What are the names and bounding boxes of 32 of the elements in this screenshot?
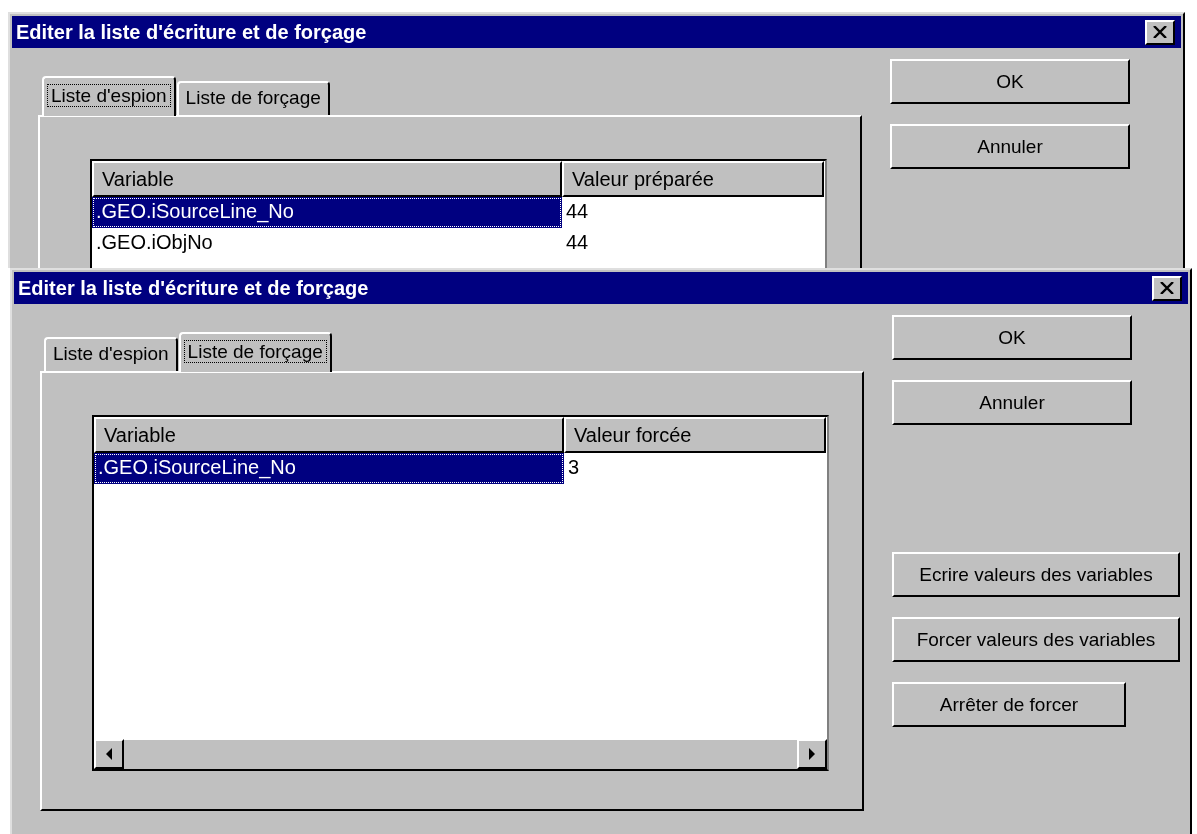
window-title: Editer la liste d'écriture et de forçage — [16, 20, 367, 44]
close-button[interactable] — [1145, 19, 1175, 45]
table-cell[interactable]: 44 — [562, 197, 824, 228]
scroll-left-button[interactable] — [94, 739, 124, 769]
dialog-button[interactable]: Annuler — [890, 124, 1130, 169]
scroll-right-button[interactable] — [797, 739, 827, 769]
close-button[interactable] — [1152, 275, 1182, 301]
dialog-button[interactable]: Annuler — [892, 380, 1132, 425]
table-cell[interactable]: .GEO.iSourceLine_No — [94, 453, 564, 484]
column-header[interactable]: Valeur forcée — [564, 417, 826, 453]
tab[interactable]: Liste d'espion — [44, 337, 178, 371]
tab[interactable]: Liste de forçage — [176, 81, 330, 115]
table-cell[interactable]: 44 — [562, 228, 824, 259]
column-header[interactable]: Variable — [94, 417, 564, 453]
table-cell[interactable]: .GEO.iSourceLine_No — [92, 197, 562, 228]
window-title: Editer la liste d'écriture et de forçage — [18, 276, 369, 300]
left-arrow-icon — [105, 748, 113, 760]
close-icon — [1160, 282, 1174, 294]
dialog-button[interactable]: OK — [890, 59, 1130, 104]
column-header[interactable]: Valeur préparée — [562, 161, 824, 197]
table-cell[interactable]: .GEO.iObjNo — [92, 228, 562, 259]
tab[interactable]: Liste d'espion — [42, 76, 176, 116]
column-header[interactable]: Variable — [92, 161, 562, 197]
tab[interactable]: Liste de forçage — [178, 332, 332, 372]
action-button[interactable]: Ecrire valeurs des variables — [892, 552, 1180, 597]
close-icon — [1153, 26, 1167, 38]
action-button[interactable]: Arrêter de forcer — [892, 682, 1126, 727]
table-cell[interactable]: 3 — [564, 453, 826, 484]
action-button[interactable]: Forcer valeurs des variables — [892, 617, 1180, 662]
right-arrow-icon — [808, 748, 816, 760]
horizontal-scrollbar[interactable] — [94, 739, 827, 769]
dialog-button[interactable]: OK — [892, 315, 1132, 360]
